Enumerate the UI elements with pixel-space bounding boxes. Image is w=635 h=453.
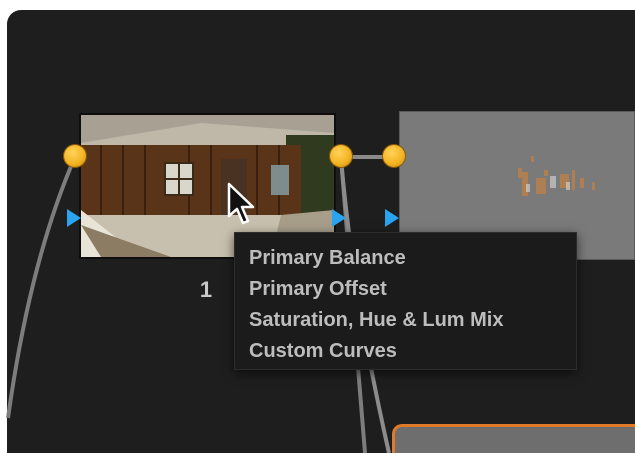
node-2-key-input-marker[interactable] <box>385 209 399 227</box>
node-1-number-label: 1 <box>199 277 213 302</box>
node-1-output-connector[interactable] <box>330 145 352 167</box>
tooltip-line-saturation-hue-lum-mix: Saturation, Hue & Lum Mix <box>249 309 504 331</box>
node-tooltip: Primary Balance Primary Offset Saturatio… <box>234 232 577 370</box>
tooltip-line-primary-offset: Primary Offset <box>249 278 387 300</box>
node-2-input-connector[interactable] <box>383 145 405 167</box>
tooltip-line-primary-balance: Primary Balance <box>249 247 406 269</box>
node-1-input-connector[interactable] <box>64 145 86 167</box>
node-1-key-output-marker[interactable] <box>332 209 346 227</box>
arrow-cursor-icon <box>227 182 255 225</box>
tooltip-line-custom-curves: Custom Curves <box>249 340 397 362</box>
node-1-key-input-marker[interactable] <box>67 209 81 227</box>
node-3-selected[interactable] <box>392 424 635 453</box>
